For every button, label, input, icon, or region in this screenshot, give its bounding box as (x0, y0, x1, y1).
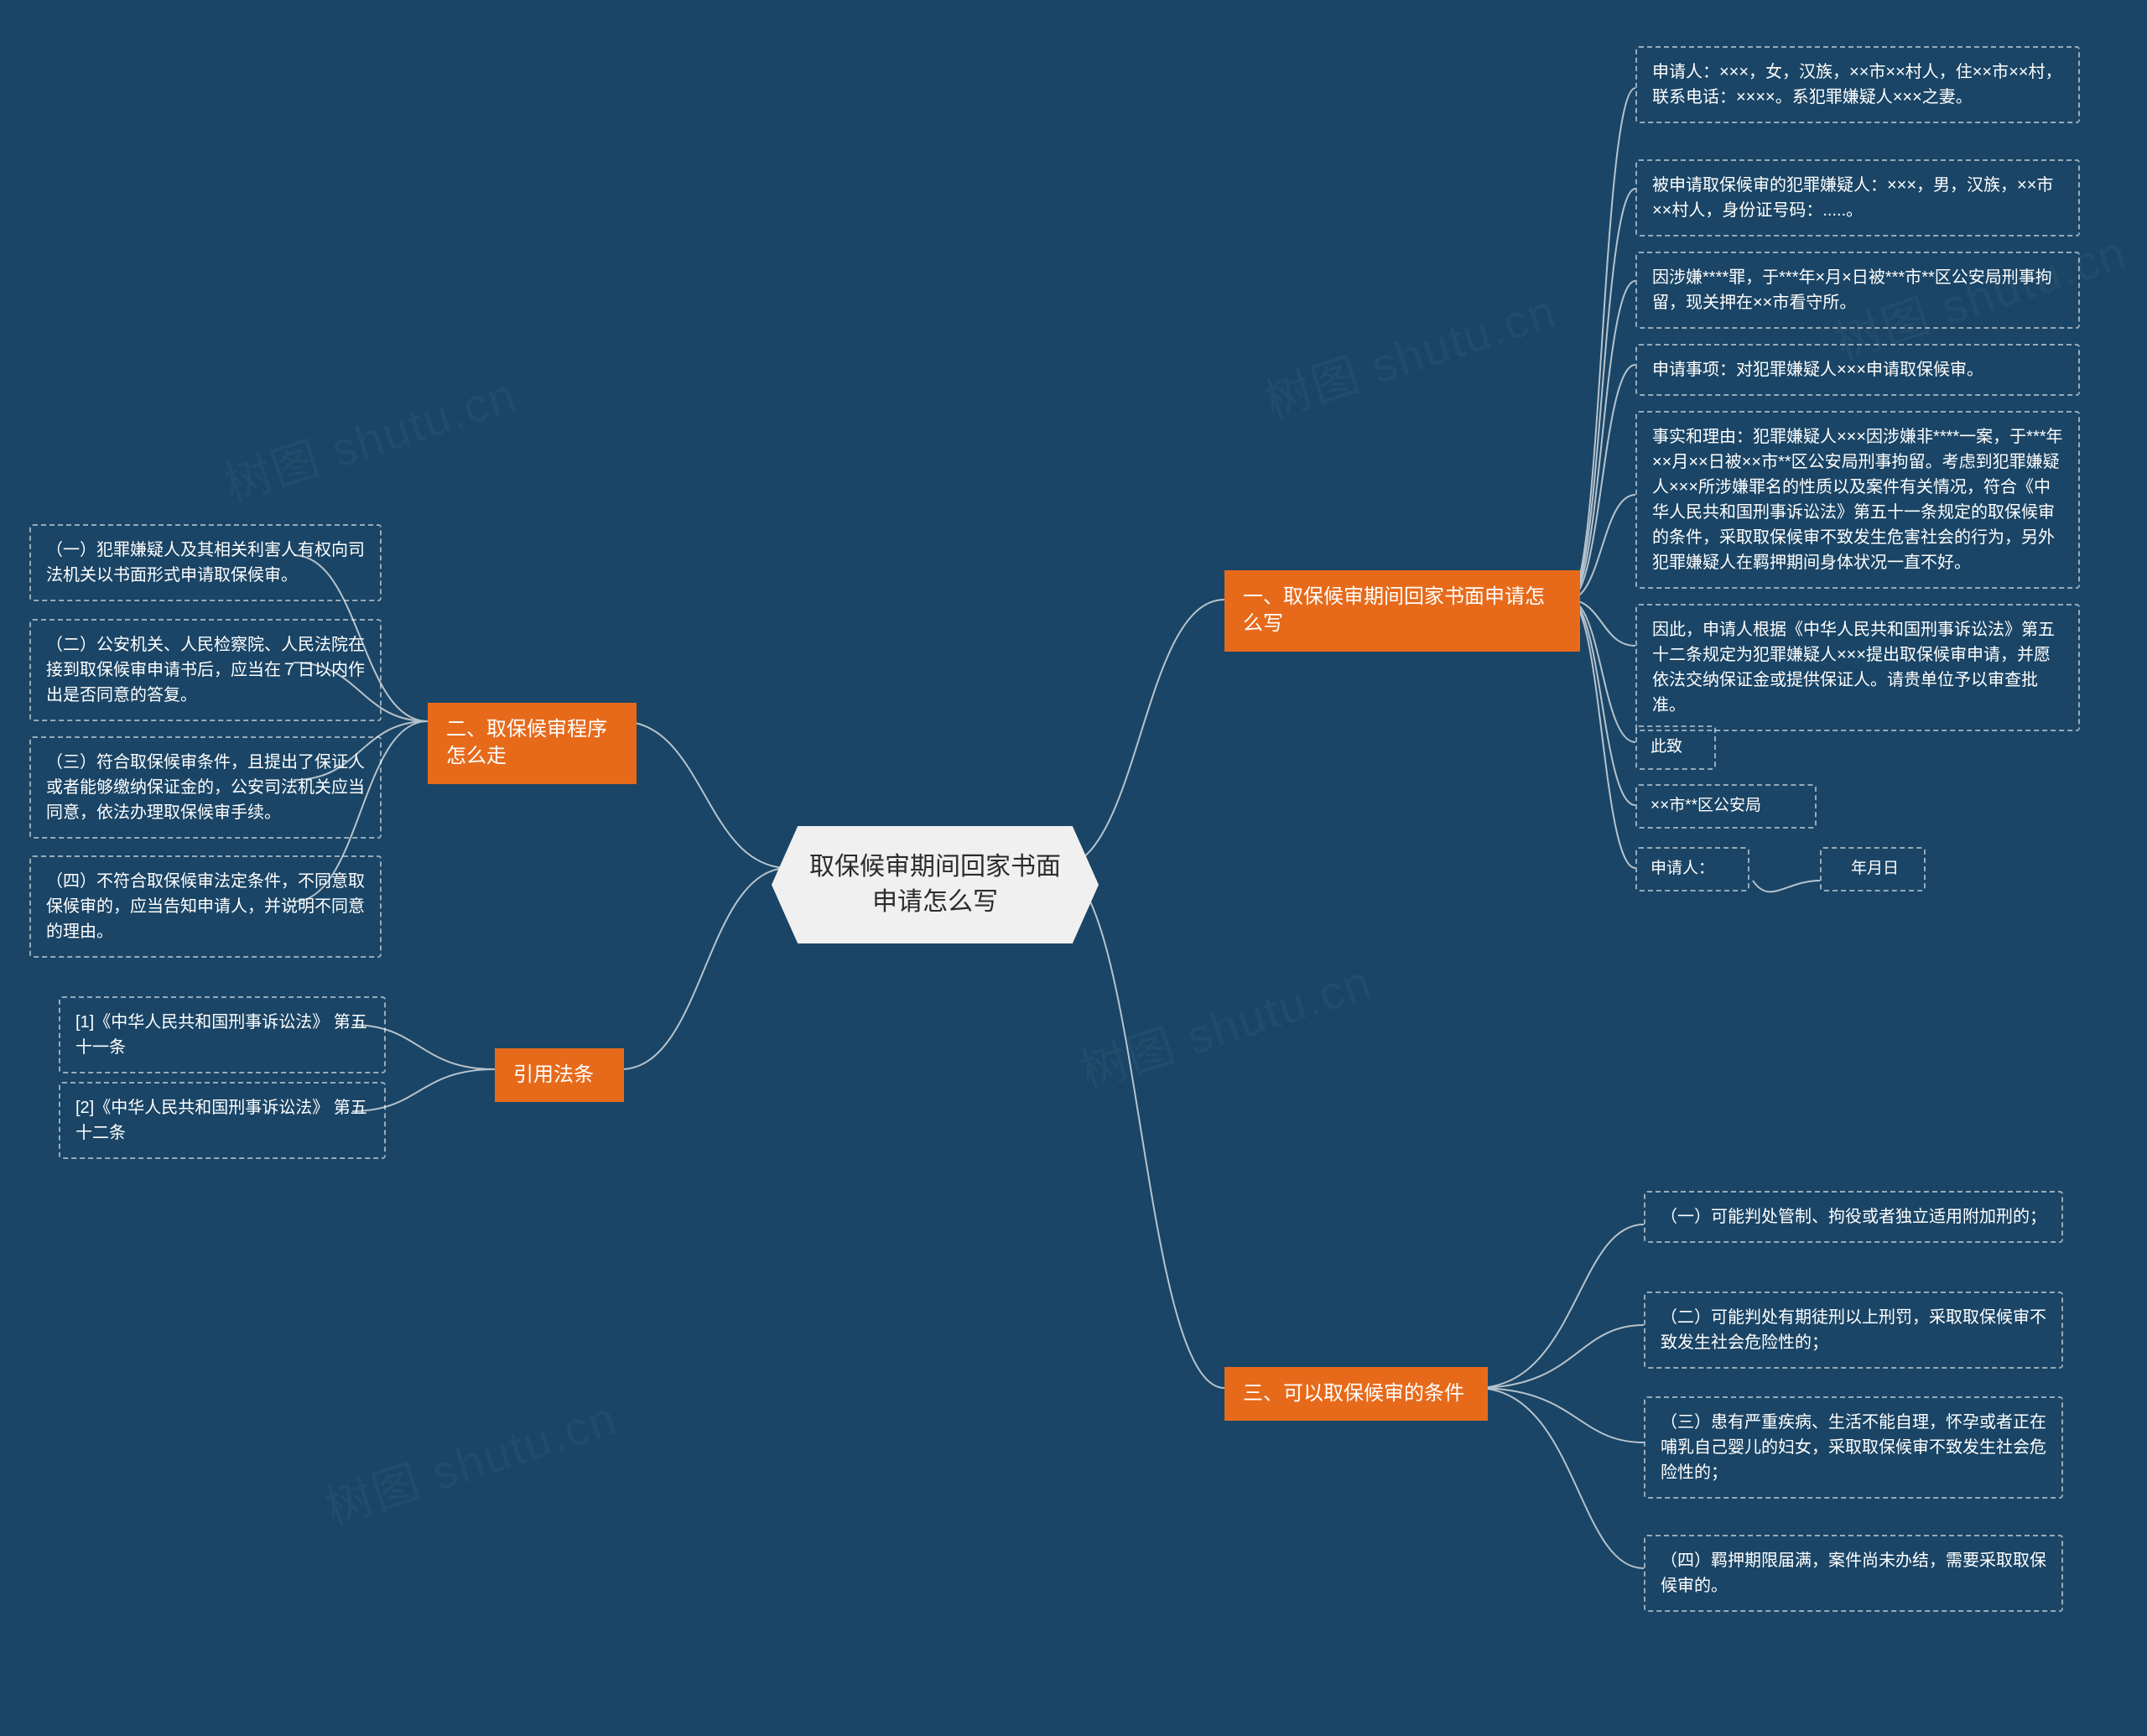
leaf-2-1: （一）犯罪嫌疑人及其相关利害人有权向司法机关以书面形式申请取保候审。 (29, 524, 382, 601)
leaf-2-3: （三）符合取保候审条件，且提出了保证人或者能够缴纳保证金的，公安司法机关应当同意… (29, 736, 382, 839)
branch-1: 一、取保候审期间回家书面申请怎么写 (1224, 570, 1580, 652)
leaf-1-7: 此致 (1635, 725, 1716, 770)
branch-2: 二、取保候审程序怎么走 (428, 703, 637, 784)
leaf-1-5: 事实和理由：犯罪嫌疑人×××因涉嫌非****一案，于***年××月××日被××市… (1635, 411, 2080, 589)
leaf-3-3: （三）患有严重疾病、生活不能自理，怀孕或者正在哺乳自己婴儿的妇女，采取取保候审不… (1644, 1396, 2063, 1499)
leaf-1-9b: 年月日 (1820, 847, 1926, 891)
leaf-ref-1: [1]《中华人民共和国刑事诉讼法》 第五十一条 (59, 996, 386, 1073)
leaf-1-3: 因涉嫌****罪，于***年×月×日被***市**区公安局刑事拘留，现关押在××… (1635, 252, 2080, 329)
leaf-1-2: 被申请取保候审的犯罪嫌疑人：×××，男，汉族，××市××村人，身份证号码：...… (1635, 159, 2080, 236)
branch-3: 三、可以取保候审的条件 (1224, 1367, 1488, 1421)
watermark: 树图 shutu.cn (1255, 273, 1564, 432)
leaf-1-8: ××市**区公安局 (1635, 784, 1817, 829)
leaf-1-1: 申请人：×××，女，汉族，××市××村人，住××市××村，联系电话：××××。系… (1635, 46, 2080, 123)
leaf-3-2: （二）可能判处有期徒刑以上刑罚，采取取保候审不致发生社会危险性的； (1644, 1292, 2063, 1369)
watermark: 树图 shutu.cn (315, 1380, 625, 1539)
leaf-ref-2: [2]《中华人民共和国刑事诉讼法》 第五十二条 (59, 1082, 386, 1159)
leaf-2-4: （四）不符合取保候审法定条件，不同意取保候审的，应当告知申请人，并说明不同意的理… (29, 855, 382, 958)
leaf-1-9a: 申请人： (1635, 847, 1749, 891)
leaf-1-4: 申请事项：对犯罪嫌疑人×××申请取保候审。 (1635, 344, 2080, 396)
leaf-3-4: （四）羁押期限届满，案件尚未办结，需要采取取保候审的。 (1644, 1535, 2063, 1612)
leaf-1-6: 因此，申请人根据《中华人民共和国刑事诉讼法》第五十二条规定为犯罪嫌疑人×××提出… (1635, 604, 2080, 731)
center-node: 取保候审期间回家书面申请怎么写 (772, 826, 1099, 943)
watermark: 树图 shutu.cn (215, 357, 524, 516)
watermark: 树图 shutu.cn (1070, 944, 1380, 1103)
leaf-3-1: （一）可能判处管制、拘役或者独立适用附加刑的； (1644, 1191, 2063, 1243)
leaf-2-2: （二）公安机关、人民检察院、人民法院在接到取保候审申请书后，应当在７日以内作出是… (29, 619, 382, 721)
branch-ref: 引用法条 (495, 1048, 624, 1102)
